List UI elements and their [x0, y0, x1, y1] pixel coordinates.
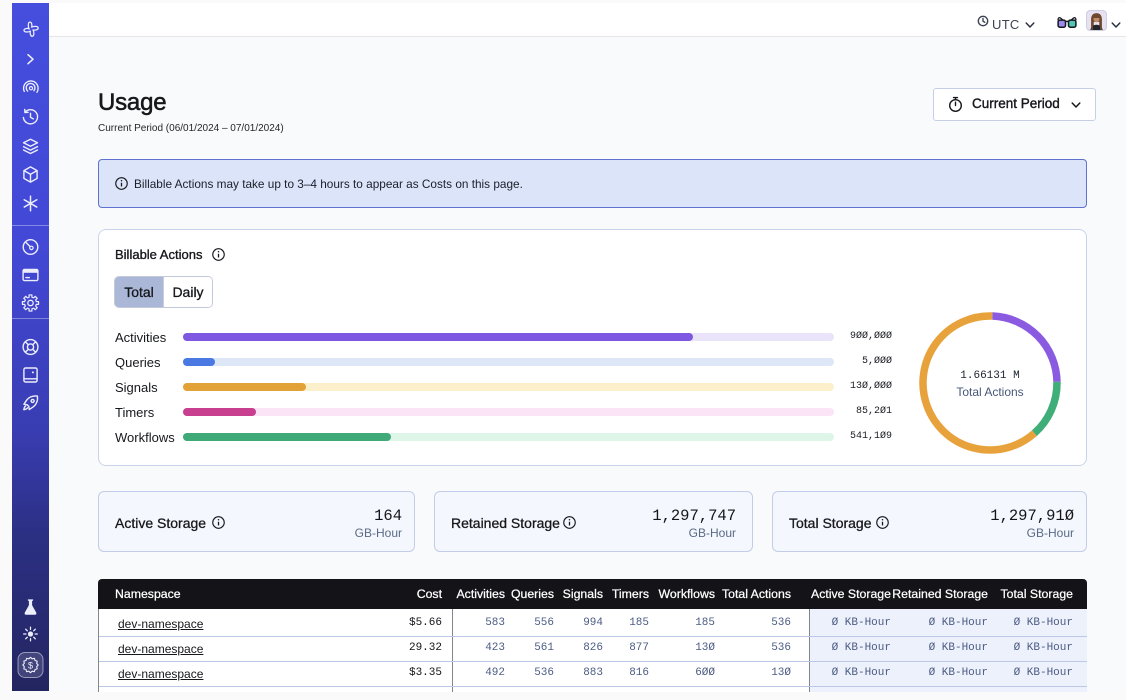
- svg-text:$: $: [28, 660, 33, 670]
